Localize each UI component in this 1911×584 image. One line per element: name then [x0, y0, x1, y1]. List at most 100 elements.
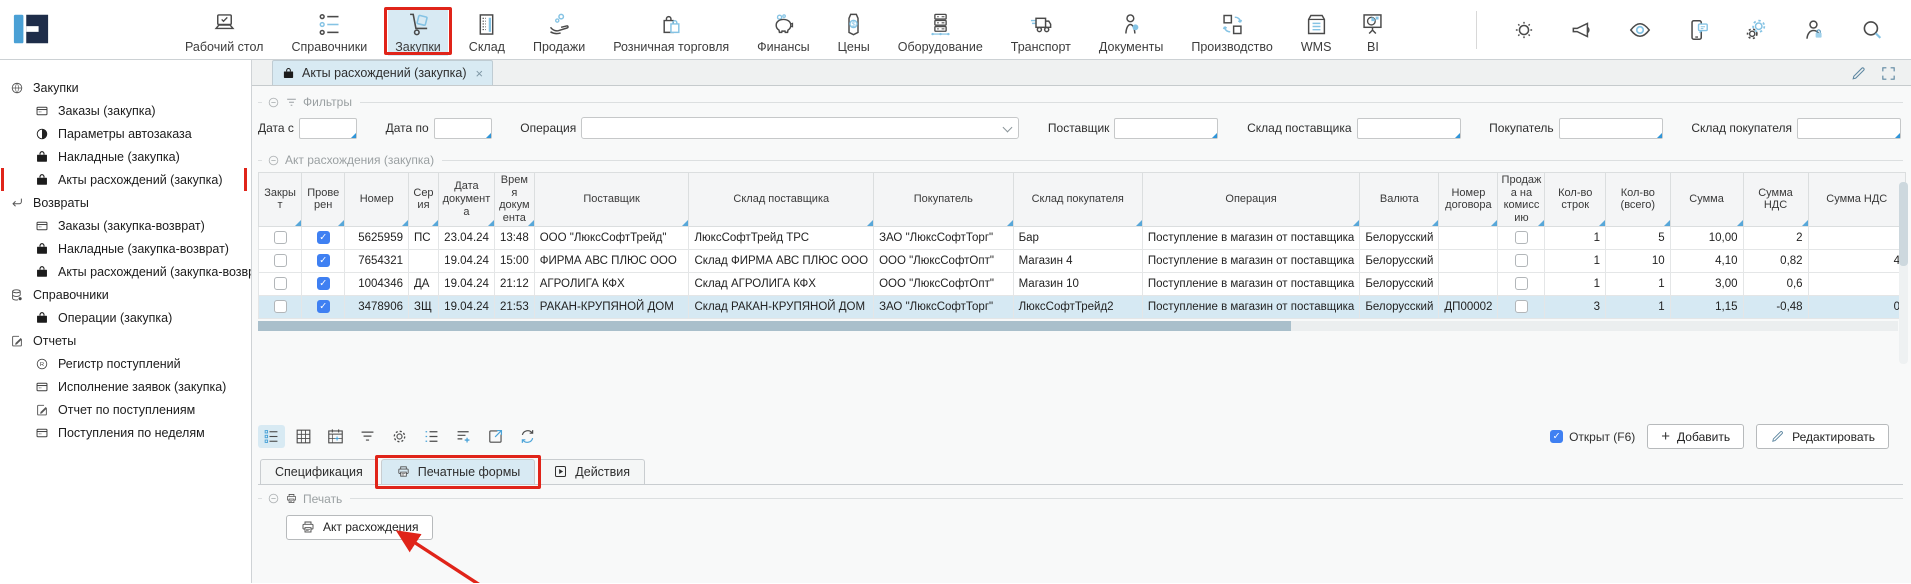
sidebar-item[interactable]: Справочники [0, 283, 251, 306]
detail-tab[interactable]: Действия [538, 459, 645, 484]
row-commission-checkbox[interactable] [1515, 277, 1528, 290]
column-header[interactable]: Продажа на комиссию [1498, 173, 1545, 227]
table-row[interactable]: ✓765432119.04.2415:00ФИРМА АВС ПЛЮС ОООС… [259, 249, 1906, 272]
cell-contract[interactable] [1439, 272, 1498, 295]
supplier-input[interactable] [1114, 118, 1218, 139]
refresh-icon[interactable] [514, 425, 541, 448]
settings-icon[interactable] [1743, 17, 1769, 43]
sidebar-item[interactable]: Параметры автозаказа [0, 122, 251, 145]
app-logo[interactable] [12, 10, 50, 48]
sidebar-item[interactable]: Накладные (закупка-возврат) [0, 237, 251, 260]
cell-contract[interactable] [1439, 226, 1498, 249]
cell-sum[interactable]: 3,00 [1670, 272, 1743, 295]
cell-lines[interactable]: 1 [1545, 272, 1606, 295]
cell-series[interactable]: ЗЩ [409, 295, 439, 318]
cell-lines[interactable]: 1 [1545, 226, 1606, 249]
calendar-view-icon[interactable] [322, 425, 349, 448]
cell-quantity[interactable]: 1 [1606, 295, 1671, 318]
cell-vat_sum[interactable]: -0,48 [1743, 295, 1808, 318]
filter-icon[interactable] [354, 425, 381, 448]
column-header[interactable]: Проверен [302, 173, 345, 227]
sidebar-item[interactable]: Отчеты [0, 329, 251, 352]
collapse-icon[interactable] [267, 96, 280, 109]
sidebar-item[interactable]: Накладные (закупка) [0, 145, 251, 168]
feedback-icon[interactable] [1685, 17, 1711, 43]
column-header[interactable]: Сумма НДС [1808, 173, 1905, 227]
add-button[interactable]: + Добавить [1647, 424, 1744, 449]
cell-currency[interactable]: Белорусский [1360, 249, 1439, 272]
cell-series[interactable]: ДА [409, 272, 439, 295]
cell-supplier_stock[interactable]: Склад АГРОЛИГА КФХ [689, 272, 874, 295]
cell-supplier_stock[interactable]: Склад ФИРМА АВС ПЛЮС ООО [689, 249, 874, 272]
collapse-icon[interactable] [267, 154, 280, 167]
cell-vat_sum2[interactable]: 4 [1808, 249, 1905, 272]
cell-supplier[interactable]: АГРОЛИГА КФХ [534, 272, 689, 295]
row-checked-checkbox[interactable]: ✓ [317, 254, 330, 267]
main-menu-item[interactable]: Закупки [388, 7, 448, 56]
main-menu-item[interactable]: Финансы [750, 7, 816, 56]
cell-number[interactable]: 1004346 [345, 272, 409, 295]
cell-operation[interactable]: Поступление в магазин от поставщика [1142, 226, 1360, 249]
cell-quantity[interactable]: 5 [1606, 226, 1671, 249]
column-header[interactable]: Операция [1142, 173, 1360, 227]
sidebar-item[interactable]: Закупки [0, 76, 251, 99]
main-menu-item[interactable]: Транспорт [1004, 7, 1078, 56]
edit-button[interactable]: Редактировать [1756, 424, 1889, 449]
row-commission-checkbox[interactable] [1515, 231, 1528, 244]
cell-quantity[interactable]: 1 [1606, 272, 1671, 295]
column-header[interactable]: Поставщик [534, 173, 689, 227]
main-menu-item[interactable]: Продажи [526, 7, 592, 56]
cell-contract[interactable] [1439, 249, 1498, 272]
add-filter-icon[interactable] [450, 425, 477, 448]
cell-customer[interactable]: ООО "ЛюксСофтОпт" [874, 249, 1014, 272]
column-header[interactable]: Дата документа [438, 173, 494, 227]
supplier-stock-input[interactable] [1357, 118, 1461, 139]
cell-time[interactable]: 21:12 [494, 272, 534, 295]
cell-operation[interactable]: Поступление в магазин от поставщика [1142, 295, 1360, 318]
row-commission-checkbox[interactable] [1515, 300, 1528, 313]
date-to-input[interactable] [434, 118, 492, 139]
customer-input[interactable] [1559, 118, 1663, 139]
column-header[interactable]: Склад покупателя [1013, 173, 1142, 227]
sidebar-item[interactable]: Регистр поступлений [0, 352, 251, 375]
row-commission-checkbox[interactable] [1515, 254, 1528, 267]
cell-customer[interactable]: ООО "ЛюксСофтОпт" [874, 272, 1014, 295]
cell-operation[interactable]: Поступление в магазин от поставщика [1142, 272, 1360, 295]
cell-supplier[interactable]: ФИРМА АВС ПЛЮС ООО [534, 249, 689, 272]
edit-form-icon[interactable] [1850, 65, 1867, 82]
detail-tab[interactable]: Спецификация [260, 459, 378, 484]
cell-number[interactable]: 3478906 [345, 295, 409, 318]
sidebar-item[interactable]: Акты расхождений (закупка) [0, 168, 251, 191]
column-header[interactable]: Закрыт [259, 173, 302, 227]
grid-settings-icon[interactable] [386, 425, 413, 448]
cell-supplier_stock[interactable]: ЛюксСофтТрейд ТРС [689, 226, 874, 249]
cell-currency[interactable]: Белорусский [1360, 295, 1439, 318]
cell-vat_sum[interactable]: 0,82 [1743, 249, 1808, 272]
collapse-icon[interactable] [267, 492, 280, 505]
scrollbar-thumb[interactable] [1899, 182, 1908, 266]
cell-number[interactable]: 7654321 [345, 249, 409, 272]
cell-customer_stock[interactable]: ЛюксСофтТрейд2 [1013, 295, 1142, 318]
cell-vat_sum2[interactable] [1808, 226, 1905, 249]
vertical-scrollbar[interactable] [1899, 182, 1908, 364]
column-header[interactable]: Сумма НДС [1743, 173, 1808, 227]
grid-view-icon[interactable] [290, 425, 317, 448]
main-menu-item[interactable]: Справочники [284, 7, 374, 56]
checkbox-icon[interactable]: ✓ [1550, 430, 1563, 443]
cell-customer_stock[interactable]: Магазин 10 [1013, 272, 1142, 295]
main-menu-item[interactable]: Склад [462, 7, 512, 56]
column-header[interactable]: Валюта [1360, 173, 1439, 227]
column-header[interactable]: Покупатель [874, 173, 1014, 227]
cell-contract[interactable]: ДП00002 [1439, 295, 1498, 318]
customer-stock-input[interactable] [1797, 118, 1901, 139]
cell-time[interactable]: 21:53 [494, 295, 534, 318]
open-checkbox[interactable]: ✓ Открыт (F6) [1550, 430, 1635, 444]
sidebar-item[interactable]: Исполнение заявок (закупка) [0, 375, 251, 398]
row-closed-checkbox[interactable] [274, 277, 287, 290]
scrollbar-thumb[interactable] [258, 321, 1291, 331]
table-row[interactable]: ✓3478906ЗЩ19.04.2421:53РАКАН-КРУПЯНОЙ ДО… [259, 295, 1906, 318]
cell-customer_stock[interactable]: Магазин 4 [1013, 249, 1142, 272]
cell-sum[interactable]: 1,15 [1670, 295, 1743, 318]
account-icon[interactable] [1801, 17, 1827, 43]
column-header[interactable]: Номер договора [1439, 173, 1498, 227]
